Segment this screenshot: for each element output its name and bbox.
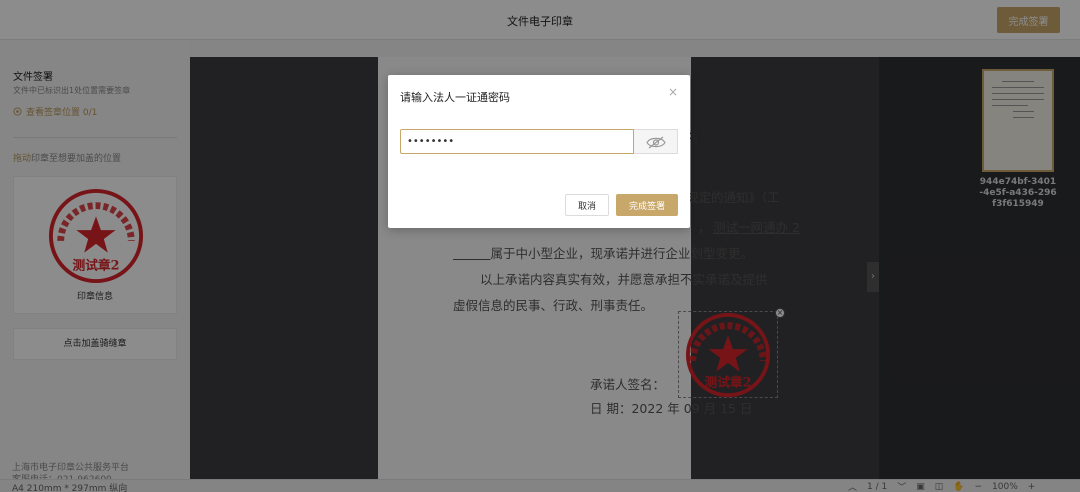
dialog-title: 请输入法人一证通密码 bbox=[400, 91, 510, 104]
modal-overlay bbox=[0, 0, 1080, 492]
toggle-visibility-button[interactable] bbox=[634, 129, 678, 154]
password-dialog: 请输入法人一证通密码 × 取消 完成签署 bbox=[388, 75, 690, 228]
confirm-signing-button[interactable]: 完成签署 bbox=[616, 194, 678, 216]
close-icon[interactable]: × bbox=[668, 85, 678, 99]
cancel-button[interactable]: 取消 bbox=[565, 194, 609, 216]
password-input[interactable] bbox=[400, 129, 634, 154]
eye-hidden-icon bbox=[646, 136, 666, 149]
